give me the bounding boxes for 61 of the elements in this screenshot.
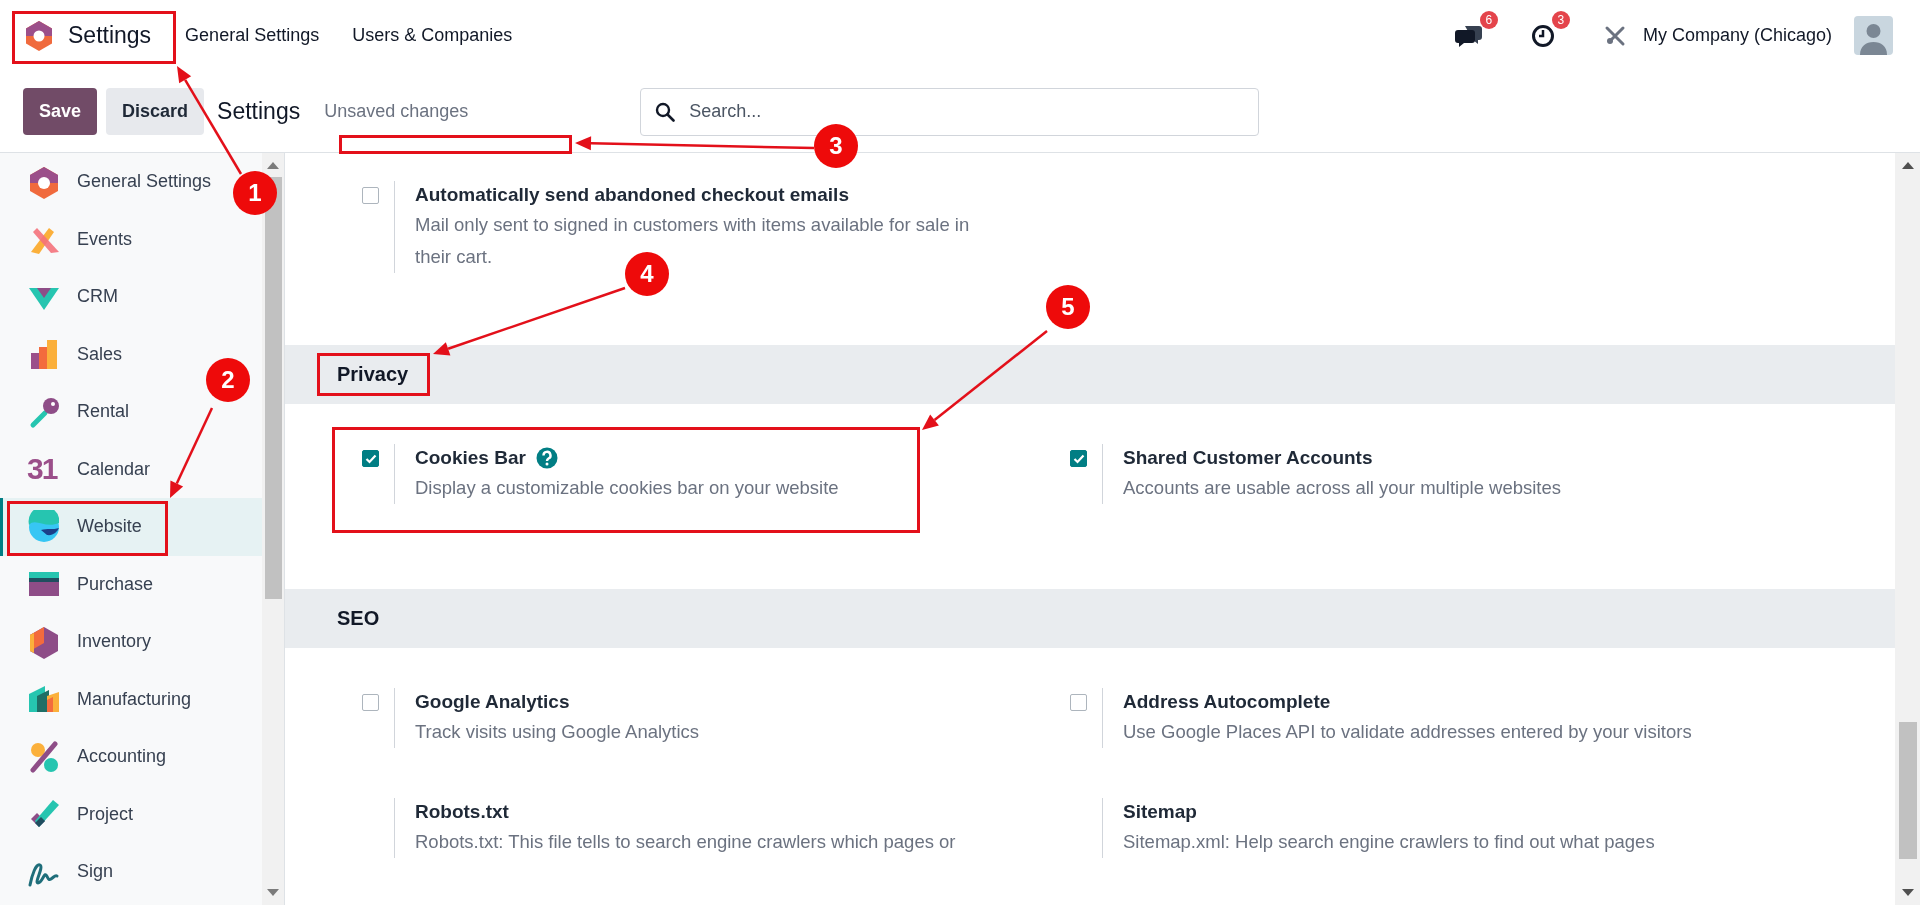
- notification-badge: 3: [1551, 10, 1570, 29]
- cube-icon: [27, 624, 61, 659]
- save-button[interactable]: Save: [23, 88, 98, 135]
- sidebar-item[interactable]: Rental: [0, 383, 140, 441]
- company-switcher[interactable]: My Company (Chicago): [1642, 25, 1832, 46]
- setting-description: Track visits using Google Analytics: [415, 720, 701, 744]
- scrollbar-thumb[interactable]: [1898, 722, 1917, 859]
- search-icon: [655, 101, 676, 122]
- setting-description: Sitemap.xml: Help search engine crawlers to find out what pages: [1123, 830, 1656, 854]
- notification-badge: 6: [1479, 10, 1498, 29]
- setting-description: Display a customizable cookies bar on your website: [415, 476, 840, 500]
- scroll-up-arrow-icon[interactable]: [1901, 161, 1914, 169]
- scroll-down-arrow-icon[interactable]: [1901, 889, 1914, 897]
- setting-title: Cookies Bar: [415, 446, 526, 470]
- scroll-down-arrow-icon[interactable]: [267, 889, 279, 897]
- checkbox[interactable]: [1070, 694, 1087, 711]
- calendar-icon: 31: [27, 452, 61, 487]
- sidebar-item[interactable]: Events: [0, 210, 143, 268]
- search-field[interactable]: Search...: [640, 87, 1260, 136]
- sidebar-item[interactable]: Manufacturing: [0, 670, 202, 728]
- wave-circle-icon: [27, 509, 61, 544]
- chat-icon[interactable]: [1454, 23, 1483, 48]
- hexagon-logo-icon[interactable]: [24, 19, 54, 52]
- menu-item[interactable]: General Settings: [185, 25, 320, 46]
- sidebar-item[interactable]: Website: [0, 498, 262, 556]
- sidebar-item[interactable]: Sign: [0, 843, 124, 901]
- checkbox[interactable]: [362, 450, 379, 467]
- scrollbar-thumb[interactable]: [264, 177, 282, 599]
- breadcrumb: Settings: [217, 98, 301, 125]
- setting-title: Robots.txt: [415, 800, 509, 824]
- scroll-up-arrow-icon[interactable]: [267, 161, 279, 169]
- section-title: Privacy: [337, 363, 409, 386]
- section-title: SEO: [337, 607, 380, 630]
- setting-title: Automatically send abandoned checkout emails: [415, 183, 849, 207]
- sidebar-item[interactable]: Project: [0, 785, 144, 843]
- setting-title: Shared Customer Accounts: [1123, 446, 1373, 470]
- checkbox[interactable]: [362, 187, 379, 204]
- status-text: Unsaved changes: [324, 101, 470, 122]
- setting-description: Robots.txt: This file tells to search engine crawlers which pages or: [415, 830, 957, 854]
- sidebar-item[interactable]: Inventory: [0, 613, 162, 671]
- clock-icon[interactable]: [1530, 23, 1555, 48]
- checkbox[interactable]: [362, 694, 379, 711]
- sidebar-item[interactable]: General Settings: [0, 153, 222, 211]
- avatar-icon[interactable]: [1854, 16, 1893, 55]
- setting-title: Google Analytics: [415, 690, 570, 714]
- menu-item[interactable]: Users & Companies: [352, 25, 513, 46]
- discard-button[interactable]: Discard: [106, 88, 205, 135]
- setting-description: Use Google Places API to validate addresses entered by your visitors: [1123, 720, 1693, 744]
- percent-icon: [27, 739, 61, 774]
- sidebar-item[interactable]: Purchase: [0, 555, 164, 613]
- setting-title: Sitemap: [1123, 800, 1197, 824]
- setting-title: Address Autocomplete: [1123, 690, 1331, 714]
- sidebar-item[interactable]: Accounting: [0, 728, 177, 786]
- app-title[interactable]: Settings: [68, 22, 152, 49]
- checkbox[interactable]: [1070, 450, 1087, 467]
- help-icon[interactable]: [535, 447, 558, 469]
- hexagon-icon: [27, 164, 61, 199]
- setting-description: Accounts are usable across all your multiple websites: [1123, 476, 1563, 500]
- sidebar-item[interactable]: CRM: [0, 268, 128, 326]
- sidebar-item[interactable]: 31 Calendar: [0, 440, 161, 498]
- sidebar-item[interactable]: Sales: [0, 325, 133, 383]
